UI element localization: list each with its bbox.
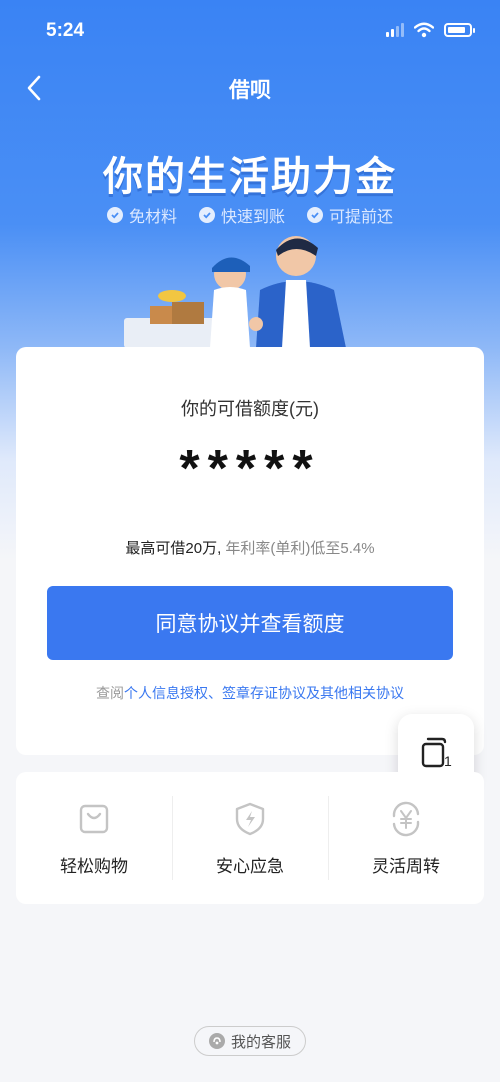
signal-icon (386, 23, 404, 37)
nav-bar: 借呗 (0, 62, 500, 114)
agreement-prefix: 查阅 (96, 685, 124, 701)
customer-service-button[interactable]: 我的客服 (194, 1026, 306, 1056)
page-title: 借呗 (229, 79, 271, 102)
limit-card: 你的可借额度(元) ***** 最高可借20万, 年利率(单利)低至5.4% 同… (16, 347, 484, 755)
shield-lightning-icon (235, 802, 265, 835)
feature-item-shopping[interactable]: 轻松购物 (16, 772, 172, 904)
max-limit-text: 最高可借20万, (125, 540, 222, 557)
masked-limit-value: ***** (179, 440, 321, 498)
agreement-notice: 查阅个人信息授权、签章存证协议及其他相关协议 (16, 683, 484, 703)
status-icons (386, 22, 475, 38)
shopping-bag-icon (79, 804, 109, 833)
check-circle-icon (307, 207, 323, 223)
features-card: 轻松购物 安心应急 灵活周转 (16, 772, 484, 904)
yuan-cycle-icon (392, 801, 420, 836)
hero-features: 免材料 快速到账 可提前还 (0, 203, 500, 227)
hero-feature-label: 免材料 (128, 209, 177, 226)
hero-illustration (124, 236, 346, 348)
rate-text: 年利率(单利)低至5.4% (225, 540, 375, 557)
feature-item-emergency[interactable]: 安心应急 (172, 772, 328, 904)
window-stack-icon: 1 (421, 737, 452, 769)
feature-label: 灵活周转 (372, 856, 440, 876)
status-bar: 5:24 (0, 0, 500, 62)
check-circle-icon (198, 207, 215, 223)
hero-feature: 免材料 (106, 203, 177, 227)
limit-label: 你的可借额度(元) (181, 399, 319, 419)
status-time: 5:24 (46, 20, 85, 41)
feature-label: 安心应急 (216, 856, 284, 876)
battery-icon (444, 23, 475, 37)
window-count-badge: 1 (444, 753, 452, 769)
agree-and-view-button[interactable]: 同意协议并查看额度 (47, 586, 453, 660)
headset-icon (208, 1033, 225, 1049)
hero-feature-label: 可提前还 (329, 209, 394, 226)
limit-info: 最高可借20万, 年利率(单利)低至5.4% (16, 537, 484, 558)
check-circle-icon (106, 207, 123, 223)
hero-feature-label: 快速到账 (220, 209, 285, 226)
hero-feature: 快速到账 (198, 203, 285, 227)
hero-feature: 可提前还 (307, 203, 393, 227)
wifi-icon (414, 22, 434, 38)
agreement-link[interactable]: 个人信息授权、签章存证协议及其他相关协议 (124, 685, 404, 701)
customer-service-label: 我的客服 (230, 1033, 291, 1051)
feature-item-flexible[interactable]: 灵活周转 (328, 772, 484, 904)
hero-headline: 你的生活助力金 (103, 155, 397, 199)
feature-label: 轻松购物 (60, 856, 128, 876)
